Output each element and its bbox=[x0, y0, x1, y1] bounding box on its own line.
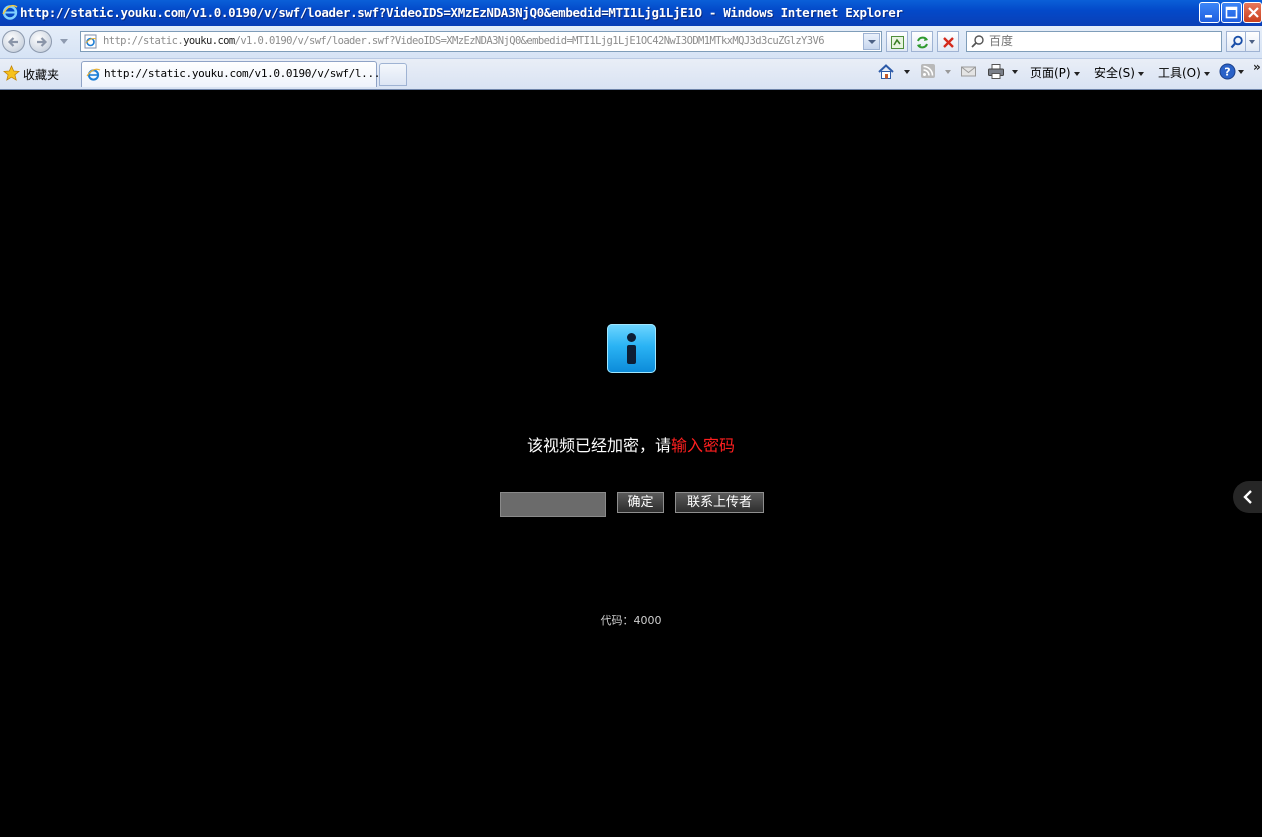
search-input[interactable] bbox=[989, 33, 1215, 49]
search-icon bbox=[1230, 35, 1243, 49]
compatibility-icon bbox=[891, 36, 904, 49]
info-icon-stem bbox=[627, 345, 636, 364]
help-dropdown[interactable] bbox=[1235, 64, 1244, 84]
confirm-button[interactable]: 确定 bbox=[617, 492, 664, 513]
help-icon[interactable]: ? bbox=[1219, 63, 1236, 80]
chevron-left-icon bbox=[1243, 490, 1252, 504]
refresh-icon bbox=[917, 36, 928, 49]
svg-text:?: ? bbox=[1224, 66, 1230, 79]
compatibility-view-button[interactable] bbox=[886, 31, 908, 52]
more-commands-chevron[interactable]: » bbox=[1253, 60, 1261, 74]
feeds-dropdown[interactable] bbox=[942, 64, 951, 84]
new-tab-button[interactable] bbox=[379, 63, 407, 86]
enter-password-link[interactable]: 输入密码 bbox=[671, 436, 735, 455]
close-button[interactable] bbox=[1243, 2, 1262, 23]
forward-arrow-icon bbox=[37, 37, 48, 47]
page-icon bbox=[84, 34, 97, 49]
ie-logo-icon bbox=[2, 4, 18, 20]
minimize-button[interactable] bbox=[1199, 2, 1220, 23]
search-options-dropdown[interactable] bbox=[1246, 31, 1260, 52]
print-icon[interactable] bbox=[987, 63, 1005, 80]
recent-pages-dropdown[interactable] bbox=[60, 39, 68, 44]
back-arrow-icon bbox=[7, 37, 18, 47]
info-icon bbox=[607, 324, 656, 373]
home-dropdown[interactable] bbox=[901, 64, 910, 84]
video-player[interactable]: 该视频已经加密，请输入密码 确定 联系上传者 代码：4000 bbox=[0, 90, 1262, 837]
rss-feed-icon[interactable] bbox=[920, 63, 936, 79]
address-field[interactable]: http://static.youku.com/v1.0.0190/v/swf/… bbox=[80, 31, 882, 52]
password-input[interactable] bbox=[500, 492, 606, 517]
window-title: http://static.youku.com/v1.0.0190/v/swf/… bbox=[20, 5, 903, 20]
favorites-label: 收藏夹 bbox=[23, 68, 60, 82]
mail-icon[interactable] bbox=[960, 63, 977, 79]
search-provider-icon bbox=[971, 35, 984, 48]
window-title-bar[interactable]: http://static.youku.com/v1.0.0190/v/swf/… bbox=[0, 0, 1262, 26]
stop-button[interactable] bbox=[937, 31, 959, 52]
side-panel-toggle[interactable] bbox=[1233, 481, 1262, 513]
home-icon[interactable] bbox=[877, 63, 895, 81]
ie-page-icon bbox=[86, 68, 101, 81]
message-text: 该视频已经加密，请 bbox=[526, 436, 671, 455]
maximize-button[interactable] bbox=[1221, 2, 1242, 23]
error-code: 代码：4000 bbox=[600, 614, 662, 627]
tools-menu[interactable]: 工具(O) bbox=[1158, 64, 1210, 84]
maximize-icon bbox=[1225, 6, 1238, 19]
command-tab-bar: 收藏夹 http://static.youku.com/v1.0.0190/v/… bbox=[0, 59, 1262, 90]
info-icon-dot bbox=[627, 333, 636, 342]
url-text: http://static.youku.com/v1.0.0190/v/swf/… bbox=[103, 35, 825, 47]
star-icon bbox=[3, 65, 20, 81]
close-icon bbox=[1248, 7, 1259, 18]
search-box[interactable] bbox=[966, 31, 1222, 52]
minimize-icon bbox=[1205, 15, 1212, 18]
stop-icon bbox=[943, 37, 954, 48]
address-dropdown-button[interactable] bbox=[863, 33, 880, 50]
contact-uploader-button[interactable]: 联系上传者 bbox=[675, 492, 764, 513]
print-dropdown[interactable] bbox=[1009, 64, 1018, 84]
forward-button[interactable] bbox=[29, 30, 52, 53]
safety-menu[interactable]: 安全(S) bbox=[1094, 64, 1144, 84]
browser-tab[interactable]: http://static.youku.com/v1.0.0190/v/swf/… bbox=[81, 61, 380, 87]
search-go-button[interactable] bbox=[1226, 31, 1246, 52]
tab-title: http://static.youku.com/v1.0.0190/v/swf/… bbox=[104, 67, 380, 80]
back-button[interactable] bbox=[2, 30, 25, 53]
address-toolbar: http://static.youku.com/v1.0.0190/v/swf/… bbox=[0, 26, 1262, 59]
page-menu[interactable]: 页面(P) bbox=[1030, 64, 1080, 84]
encrypted-message: 该视频已经加密，请输入密码 bbox=[0, 432, 1262, 456]
refresh-button[interactable] bbox=[911, 31, 933, 52]
